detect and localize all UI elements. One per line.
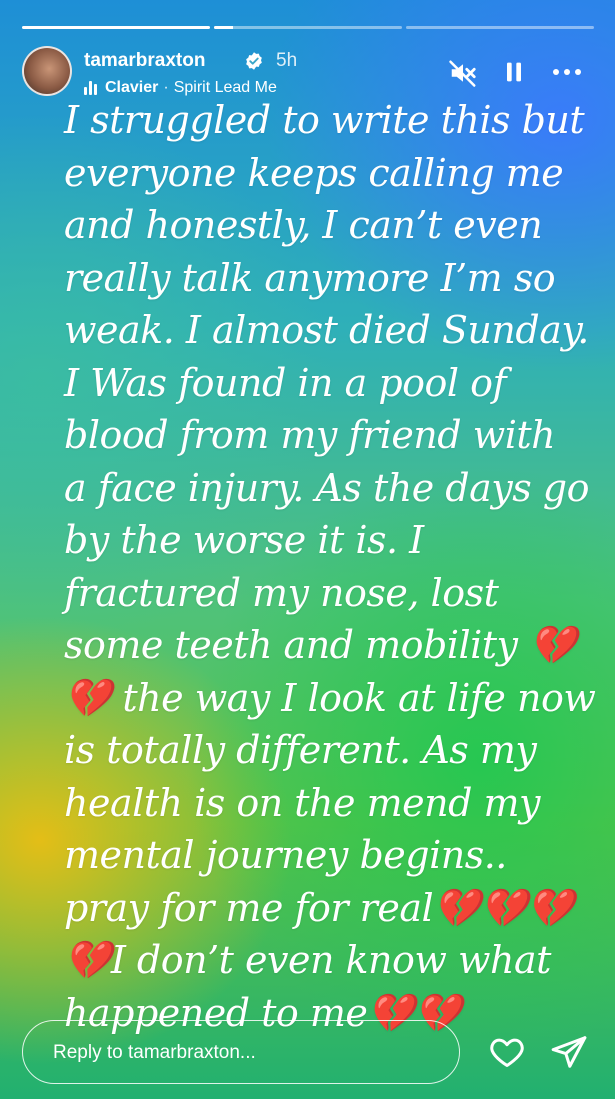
username[interactable]: tamarbraxton	[84, 50, 205, 72]
heart-icon[interactable]	[487, 1033, 527, 1071]
more-horizontal-icon[interactable]	[550, 58, 584, 86]
verified-badge-icon	[246, 52, 262, 70]
send-icon[interactable]	[550, 1033, 588, 1071]
speaker-muted-icon[interactable]	[448, 58, 478, 88]
progress-segment	[214, 26, 402, 29]
reply-input[interactable]: Reply to tamarbraxton...	[22, 1020, 460, 1084]
progress-fill	[22, 26, 210, 29]
avatar[interactable]	[22, 46, 72, 96]
story-progress-bar	[22, 26, 594, 29]
progress-segment	[22, 26, 210, 29]
reply-placeholder: Reply to tamarbraxton...	[53, 1042, 256, 1063]
post-time: 5h	[276, 50, 298, 71]
story-text: I struggled to write this but everyone k…	[64, 98, 596, 1035]
music-bars-icon	[84, 81, 97, 95]
pause-icon[interactable]	[500, 58, 528, 86]
progress-segment	[406, 26, 594, 29]
progress-fill	[214, 26, 233, 29]
